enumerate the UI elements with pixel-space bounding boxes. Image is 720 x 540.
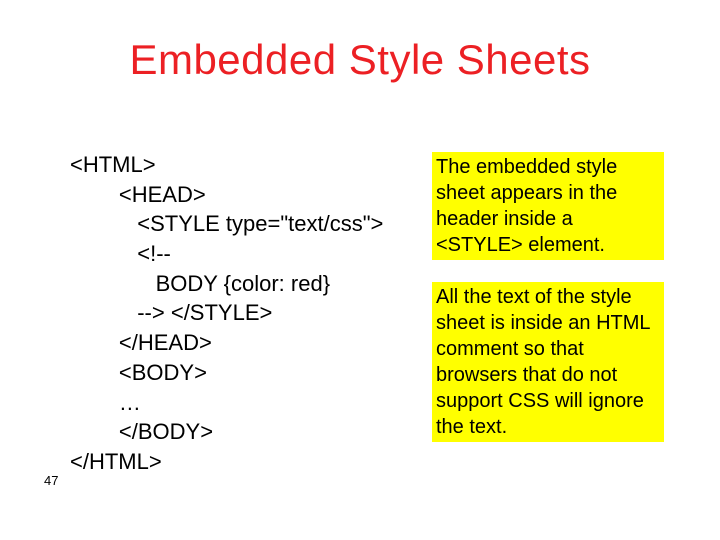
page-number: 47 (44, 473, 58, 488)
code-line: <STYLE type="text/css"> (70, 211, 383, 236)
code-line: <HTML> (70, 152, 156, 177)
slide-title: Embedded Style Sheets (0, 36, 720, 84)
code-line: <BODY> (70, 360, 207, 385)
code-line: <HEAD> (70, 182, 206, 207)
callout-note-2: All the text of the style sheet is insid… (432, 282, 664, 442)
callout-note-1: The embedded style sheet appears in the … (432, 152, 664, 260)
slide: Embedded Style Sheets <HTML> <HEAD> <STY… (0, 0, 720, 540)
code-line: </HTML> (70, 449, 162, 474)
code-line: <!-- (70, 241, 171, 266)
code-line: </HEAD> (70, 330, 212, 355)
code-line: --> </STYLE> (70, 300, 272, 325)
code-line: … (70, 390, 141, 415)
code-block: <HTML> <HEAD> <STYLE type="text/css"> <!… (70, 150, 383, 477)
code-line: </BODY> (70, 419, 213, 444)
code-line: BODY {color: red} (70, 271, 330, 296)
